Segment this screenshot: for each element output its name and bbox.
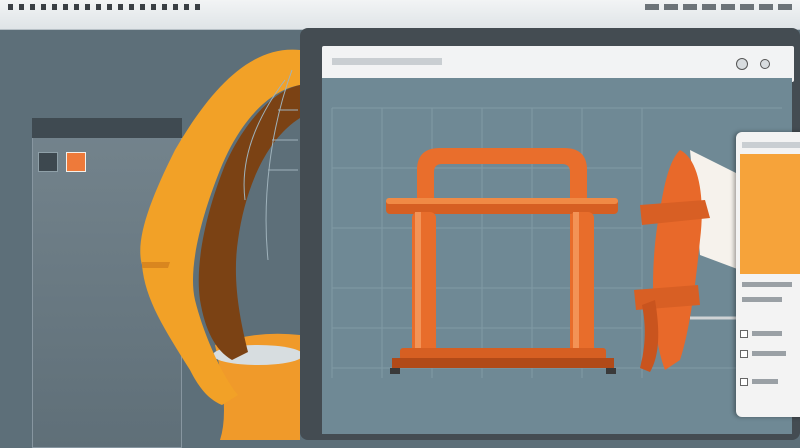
material-preview[interactable] [740,154,800,274]
panel-title [742,142,800,148]
property-checkbox[interactable] [740,330,748,338]
property-row [742,297,782,302]
properties-panel [736,132,800,417]
property-row [752,351,786,356]
property-checkbox[interactable] [740,378,748,386]
property-row [742,282,792,287]
property-row [752,379,778,384]
property-checkbox[interactable] [740,350,748,358]
property-row [752,331,782,336]
flange-part-model [634,150,740,372]
